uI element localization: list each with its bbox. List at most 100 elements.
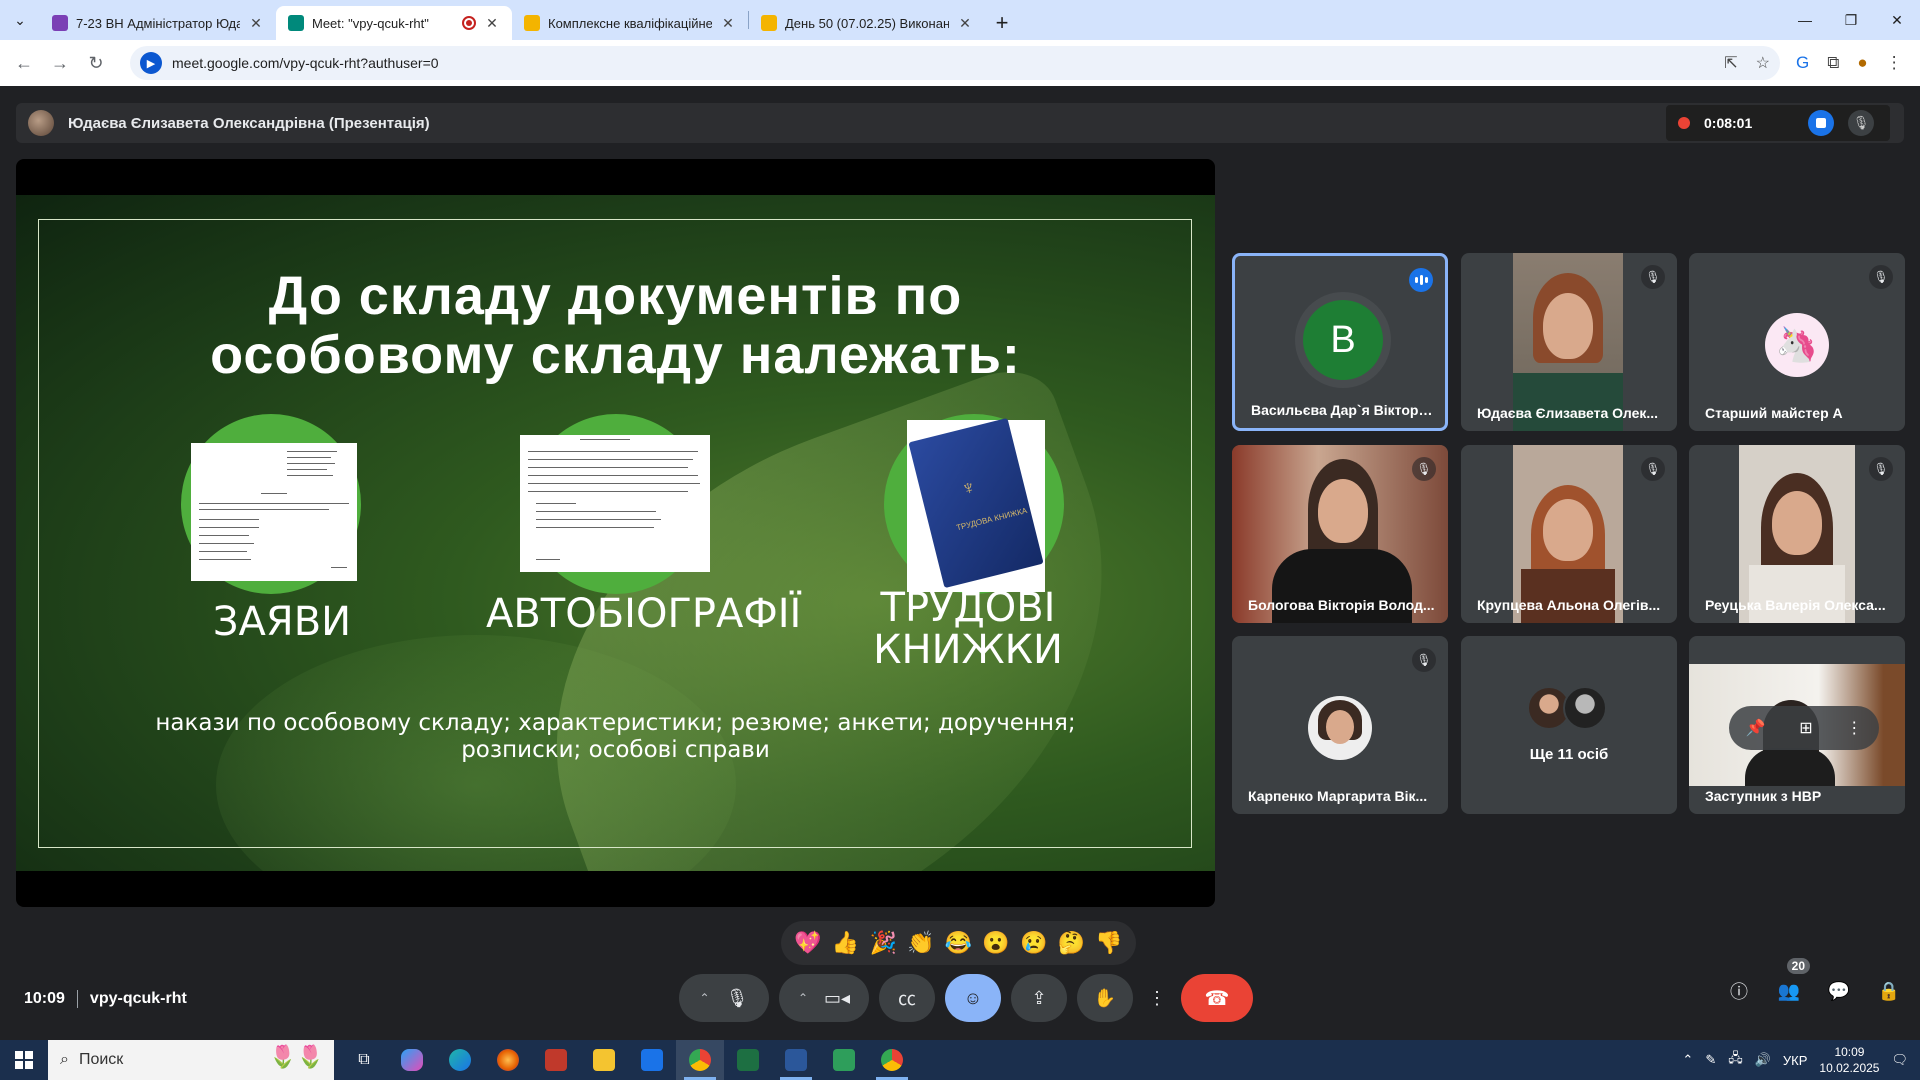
new-tab-plus-icon[interactable]: + — [985, 6, 1019, 40]
edge-button[interactable] — [436, 1040, 484, 1080]
participant-tile[interactable]: 🎙 Реуцька Валерія Олекса... — [1689, 445, 1905, 623]
chrome-icon — [881, 1049, 903, 1071]
reaction-surprised-button[interactable]: 😮 — [982, 930, 1009, 956]
excel-button[interactable] — [724, 1040, 772, 1080]
participant-name: Заступник з НВР — [1705, 788, 1822, 804]
leave-call-button[interactable]: ☎ — [1181, 974, 1253, 1022]
minimize-icon[interactable]: — — [1782, 0, 1828, 40]
meeting-details-info-icon[interactable]: ⓘ — [1726, 978, 1752, 1004]
chrome-icon — [689, 1049, 711, 1071]
participant-tile[interactable]: 🎙 Карпенко Маргарита Вік... — [1232, 636, 1448, 814]
participant-name: Васильєва Дар`я Вікторі... — [1251, 402, 1433, 418]
store-button[interactable] — [628, 1040, 676, 1080]
pin-icon[interactable]: 📌 — [1746, 718, 1766, 738]
close-tab-icon[interactable]: ✕ — [248, 15, 264, 32]
video-options-chevron-icon[interactable]: ⌃ — [798, 991, 808, 1005]
url-text[interactable]: meet.google.com/vpy-qcuk-rht?authuser=0 — [172, 55, 1714, 71]
word-button[interactable] — [772, 1040, 820, 1080]
reaction-thumbs-down-button[interactable]: 👎 — [1095, 930, 1122, 956]
language-indicator[interactable]: УКР — [1783, 1053, 1808, 1068]
reaction-party-button[interactable]: 🎉 — [869, 930, 896, 956]
more-participants-avatars — [1527, 686, 1607, 730]
chat-icon[interactable]: 💬 — [1826, 978, 1852, 1004]
clothing-shape — [1749, 565, 1845, 623]
reaction-laugh-button[interactable]: 😂 — [945, 930, 972, 956]
participant-tile[interactable]: 🎙 Юдаєва Єлизавета Олек... — [1461, 253, 1677, 431]
microphone-icon[interactable]: 🎙 — [726, 988, 749, 1009]
camera-icon[interactable]: ▭◂ — [824, 988, 850, 1009]
tray-chevron-icon[interactable]: ⌃ — [1682, 1052, 1693, 1068]
notifications-icon[interactable]: 🗨 — [1891, 1052, 1908, 1068]
back-arrow-icon[interactable]: ← — [8, 47, 40, 79]
present-screen-button[interactable]: ⇪ — [1011, 974, 1067, 1022]
participant-tile[interactable]: В Васильєва Дар`я Вікторі... — [1232, 253, 1448, 431]
open-in-window-icon[interactable]: ⇱ — [1724, 53, 1737, 73]
host-controls-lock-icon[interactable]: 🔒 — [1876, 978, 1902, 1004]
participant-tile[interactable]: 🦄 🎙 Старший майстер А — [1689, 253, 1905, 431]
presenter-mic-off-icon: 🎙 — [1848, 110, 1874, 136]
more-options-button[interactable]: ⋮ — [1143, 974, 1171, 1022]
tab-meet[interactable]: Meet: "vpy-qcuk-rht" ✕ — [276, 6, 512, 40]
close-tab-icon[interactable]: ✕ — [484, 15, 500, 32]
firefox-button[interactable] — [484, 1040, 532, 1080]
participant-tile[interactable]: 🎙 Бологова Вікторія Волод... — [1232, 445, 1448, 623]
file-explorer-button[interactable] — [580, 1040, 628, 1080]
more-participants-tile[interactable]: Ще 11 осіб — [1461, 636, 1677, 814]
window-close-icon[interactable]: ✕ — [1874, 0, 1920, 40]
tab-day-50[interactable]: День 50 (07.02.25) Виконання ✕ — [749, 6, 985, 40]
forward-arrow-icon[interactable]: → — [44, 47, 76, 79]
taskbar-clock[interactable]: 10:09 10.02.2025 — [1819, 1044, 1879, 1076]
reaction-clap-button[interactable]: 👏 — [907, 930, 934, 956]
app-red-button[interactable] — [532, 1040, 580, 1080]
stop-recording-button[interactable] — [1808, 110, 1834, 136]
windows-logo-icon — [15, 1051, 33, 1069]
participant-tile[interactable]: 📌 ⊞ ⋮ Заступник з НВР — [1689, 636, 1905, 814]
browser-menu-icon[interactable]: ⋮ — [1886, 53, 1903, 73]
close-tab-icon[interactable]: ✕ — [720, 15, 736, 32]
meeting-code: vpy-qcuk-rht — [89, 990, 187, 1007]
audio-options-chevron-icon[interactable]: ⌃ — [700, 991, 710, 1005]
chrome-profile-button[interactable] — [868, 1040, 916, 1080]
volume-icon[interactable]: 🔊 — [1755, 1052, 1771, 1068]
copilot-icon — [401, 1049, 423, 1071]
chrome-button[interactable] — [676, 1040, 724, 1080]
app-green-button[interactable] — [820, 1040, 868, 1080]
people-icon[interactable]: 👥 20 — [1776, 958, 1810, 1004]
translate-icon[interactable]: G — [1796, 53, 1809, 73]
site-info-icon[interactable]: ▶ — [140, 52, 162, 74]
extensions-puzzle-icon[interactable]: ⧉ — [1827, 53, 1839, 73]
present-icon: ⇪ — [1031, 987, 1047, 1008]
address-bar[interactable]: ▶ meet.google.com/vpy-qcuk-rht?authuser=… — [130, 46, 1780, 80]
bookmark-star-icon[interactable]: ☆ — [1756, 53, 1770, 73]
close-tab-icon[interactable]: ✕ — [957, 15, 973, 32]
reaction-thumbs-up-button[interactable]: 👍 — [832, 930, 859, 956]
profile-avatar-icon[interactable]: ● — [1857, 53, 1867, 73]
speaking-indicator-icon — [1409, 268, 1433, 292]
copilot-button[interactable] — [388, 1040, 436, 1080]
tile-more-options-icon[interactable]: ⋮ — [1846, 718, 1862, 738]
app-icon — [545, 1049, 567, 1071]
tab-admin[interactable]: 7-23 ВН Адміністратор Юдаєв ✕ — [40, 6, 276, 40]
reactions-button[interactable]: ☺ — [945, 974, 1001, 1022]
reaction-sad-button[interactable]: 😢 — [1020, 930, 1047, 956]
slide-footer-line: розписки; особові справи — [461, 737, 770, 763]
reaction-heart-button[interactable]: 💖 — [794, 930, 821, 956]
tab-qualification[interactable]: Комплексне кваліфікаційне за ✕ — [512, 6, 748, 40]
reaction-thinking-button[interactable]: 🤔 — [1058, 930, 1085, 956]
participant-name: Реуцька Валерія Олекса... — [1705, 597, 1886, 613]
reload-icon[interactable]: ↻ — [80, 47, 112, 79]
tab-search-chevron-icon[interactable]: ⌄ — [0, 0, 40, 40]
task-view-button[interactable]: ⧉ — [340, 1040, 388, 1080]
start-button[interactable] — [0, 1040, 48, 1080]
taskbar-search-box[interactable]: ⌕ Поиск 🌷🌷 — [48, 1040, 334, 1080]
tab-title: День 50 (07.02.25) Виконання — [785, 15, 949, 31]
pen-icon[interactable]: ✎ — [1705, 1052, 1716, 1068]
raise-hand-button[interactable]: ✋ — [1077, 974, 1133, 1022]
add-to-screen-icon[interactable]: ⊞ — [1799, 718, 1812, 738]
network-icon[interactable]: 🖧 — [1728, 1049, 1743, 1071]
presenter-bar: Юдаєва Єлизавета Олександрівна (Презента… — [16, 103, 1904, 143]
participant-name: Старший майстер А — [1705, 405, 1843, 421]
captions-button[interactable]: ㏄ — [879, 974, 935, 1022]
participant-tile[interactable]: 🎙 Крупцева Альона Олегів... — [1461, 445, 1677, 623]
restore-icon[interactable]: ❐ — [1828, 0, 1874, 40]
